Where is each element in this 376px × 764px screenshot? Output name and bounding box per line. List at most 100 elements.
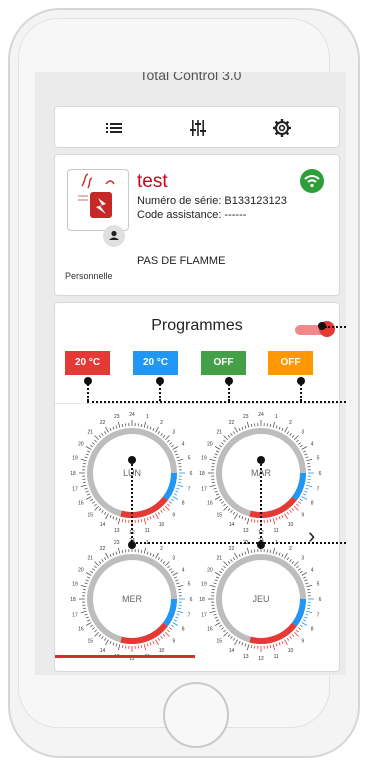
dial-hour-label: 4 — [311, 568, 314, 574]
dial-tick — [162, 634, 166, 637]
dial-tick — [306, 584, 313, 588]
dial-hour-label: 6 — [190, 597, 193, 603]
dial-hour-label: 9 — [301, 513, 304, 519]
dial-tick — [246, 644, 250, 651]
dial-hour-label: 2 — [289, 546, 292, 552]
dial-tick — [146, 517, 149, 521]
dial-tick — [117, 421, 121, 428]
dial-tick — [302, 576, 307, 579]
person-icon — [109, 230, 119, 240]
app-title: Total Control 3.0 — [139, 72, 242, 83]
dial-tick — [275, 517, 278, 521]
pill2-annotation-stem — [159, 381, 161, 401]
dial-tick — [209, 610, 216, 614]
dial-annotation-dot — [257, 456, 265, 464]
dial-tick — [85, 453, 89, 456]
dial-tick — [221, 442, 224, 445]
dial-tick — [246, 547, 250, 554]
dial-hour-label: 12 — [258, 656, 264, 662]
dial-tick — [176, 613, 180, 616]
program-pill-1[interactable]: 20 °C — [65, 351, 110, 375]
dial-tick — [143, 518, 147, 525]
dial-hour-label: 21 — [216, 555, 222, 561]
dial-tick — [94, 505, 100, 511]
dial-hour-label: 24 — [129, 412, 135, 418]
dial-tick — [98, 508, 102, 511]
dial-tick — [305, 613, 309, 616]
dial-tick — [278, 642, 281, 646]
dial-tick — [305, 582, 309, 585]
dial-tick — [92, 627, 95, 630]
dial-tick — [293, 505, 299, 511]
dial-tick — [155, 552, 159, 559]
dial-tick — [250, 549, 253, 553]
dial-tick — [214, 496, 221, 500]
dial-hour-label: 16 — [207, 501, 213, 507]
dial-tick — [157, 637, 161, 641]
dial-tick — [82, 462, 86, 465]
dial-hour-label: 13 — [114, 528, 120, 534]
dial-mer[interactable]: 241234567891011121314151617181920212223M… — [70, 538, 192, 662]
list-icon[interactable] — [103, 117, 125, 139]
dial-tick — [278, 516, 281, 520]
dial-tick — [170, 444, 174, 448]
dials-annotation-line — [131, 542, 346, 544]
dial-tick — [177, 584, 184, 588]
dial-tick — [101, 510, 104, 513]
next-day-arrow[interactable]: › — [308, 523, 315, 549]
dial-tick — [115, 551, 118, 555]
dial-hour-label: 10 — [288, 648, 294, 654]
dial-tick — [291, 435, 295, 438]
serial-number: Numéro de série: B133123123 — [137, 195, 287, 207]
dial-tick — [172, 446, 179, 450]
dial-tick — [157, 511, 161, 515]
dial-tick — [232, 637, 236, 641]
dial-tick — [227, 508, 231, 511]
dial-tick — [298, 627, 301, 630]
dial-tick — [172, 572, 179, 576]
dial-hour-label: 20 — [207, 442, 213, 448]
dial-tick — [293, 435, 299, 441]
dial-tick — [289, 636, 292, 639]
dial-tick — [284, 426, 288, 433]
gear-icon[interactable] — [271, 117, 293, 139]
dial-tick — [241, 516, 244, 520]
dial-tick — [275, 425, 278, 429]
dial-tick — [230, 433, 233, 436]
dial-tick — [103, 511, 107, 515]
dial-tick — [221, 501, 224, 504]
pill4-annotation-stem — [300, 381, 302, 401]
sliders-icon[interactable] — [187, 117, 209, 139]
dial-hour-label: 23 — [114, 414, 120, 420]
dial-tick — [214, 490, 218, 493]
dial-hour-label: 21 — [87, 555, 93, 561]
dial-hour-label: 22 — [229, 546, 235, 552]
dial-tick — [291, 508, 295, 511]
user-badge[interactable] — [103, 225, 125, 247]
dial-tick — [281, 640, 284, 645]
home-button[interactable] — [163, 682, 229, 748]
dial-tick — [278, 552, 281, 556]
dial-tick — [296, 629, 299, 633]
dial-tick — [164, 505, 170, 511]
dial-tick — [302, 450, 307, 453]
program-pill-4[interactable]: OFF — [268, 351, 313, 375]
dial-tick — [244, 643, 247, 647]
dial-tick — [299, 570, 303, 574]
program-pill-2[interactable]: 20 °C — [133, 351, 178, 375]
program-pill-3[interactable]: OFF — [201, 351, 246, 375]
dial-tick — [175, 579, 179, 582]
dial-tick — [281, 514, 284, 519]
dial-tick — [86, 576, 91, 579]
dial-tick — [307, 462, 311, 465]
dial-jeu[interactable]: 241234567891011121314151617181920212223J… — [199, 538, 321, 662]
dial-tick — [275, 551, 278, 555]
dial-tick — [178, 462, 182, 465]
dial-tick — [143, 547, 147, 554]
dial-tick — [109, 640, 112, 645]
dial-tick — [299, 444, 303, 448]
dial-tick — [214, 616, 218, 619]
dial-hour-label: 22 — [229, 420, 235, 426]
device-card[interactable]: test Numéro de série: B133123123 Code as… — [54, 154, 340, 296]
dial-hour-label: 10 — [288, 522, 294, 528]
